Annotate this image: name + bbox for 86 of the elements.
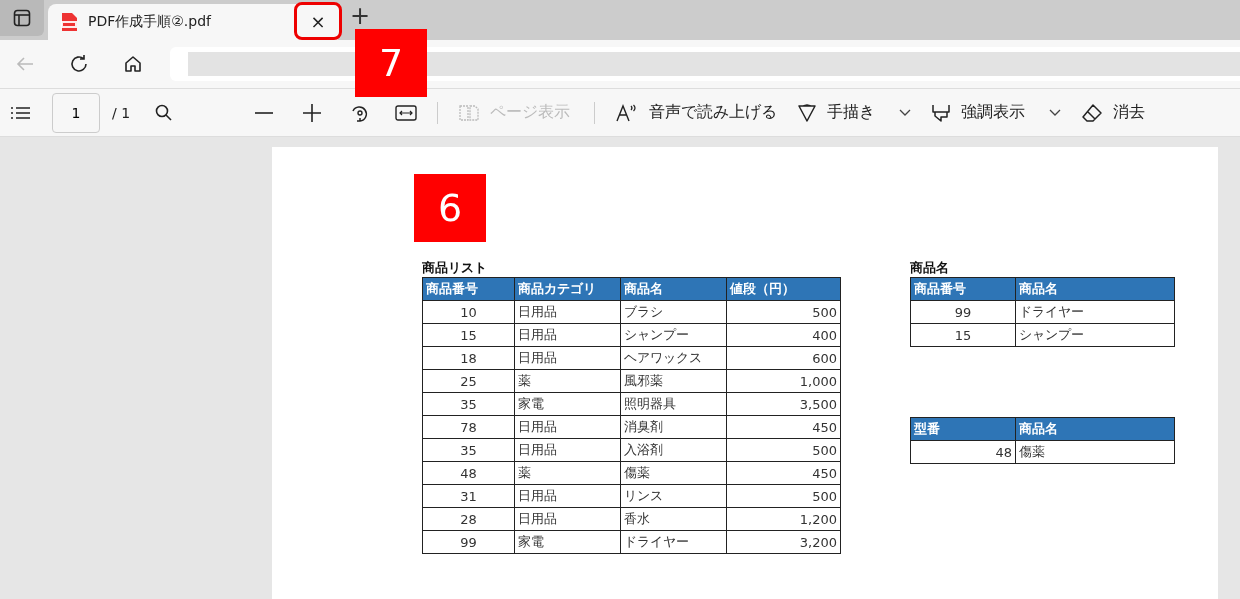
zoom-in-icon[interactable]	[302, 102, 323, 123]
table-cell: シャンプー	[620, 323, 727, 347]
table-cell: 99	[910, 300, 1016, 324]
read-button[interactable]: 音声で読み上げる	[607, 98, 786, 127]
home-icon[interactable]	[122, 53, 144, 75]
highlight-button[interactable]: 強調表示	[923, 98, 1070, 127]
step-number-label: 6	[414, 174, 486, 242]
column-header: 型番	[910, 417, 1016, 441]
table-cell: ドライヤー	[1015, 300, 1175, 324]
column-header: 商品名	[620, 277, 727, 301]
table-cell: 3,200	[726, 530, 841, 554]
table-cell: 1,200	[726, 507, 841, 531]
table-cell: 薬	[514, 461, 621, 485]
table-cell: リンス	[620, 484, 727, 508]
table-cell: 傷薬	[620, 461, 727, 485]
table-cell: 入浴剤	[620, 438, 727, 462]
eraser-icon	[1081, 102, 1104, 123]
chevron-down-icon	[899, 108, 912, 117]
table-cell: 35	[422, 392, 515, 416]
step-number-label: 7	[355, 29, 427, 97]
table-cell: 照明器具	[620, 392, 727, 416]
table-cell: ドライヤー	[620, 530, 727, 554]
table-cell: 日用品	[514, 438, 621, 462]
refresh-icon[interactable]	[68, 53, 90, 75]
column-header: 値段（円）	[726, 277, 841, 301]
table-cell: 28	[422, 507, 515, 531]
table-cell: 400	[726, 323, 841, 347]
table-cell: 450	[726, 415, 841, 439]
table-cell: 家電	[514, 530, 621, 554]
table-cell: 18	[422, 346, 515, 370]
table-title: 商品名	[910, 259, 950, 277]
table-cell: 25	[422, 369, 515, 393]
table-cell: 日用品	[514, 323, 621, 347]
table-cell: 15	[910, 323, 1016, 347]
table-cell: 日用品	[514, 346, 621, 370]
table-cell: 傷薬	[1015, 440, 1175, 464]
table-cell: 日用品	[514, 415, 621, 439]
table-cell: 35	[422, 438, 515, 462]
page-number-field[interactable]: 1	[52, 92, 100, 133]
sidebar-icon	[13, 9, 31, 27]
table-cell: シャンプー	[1015, 323, 1175, 347]
table-cell: 香水	[620, 507, 727, 531]
table-cell: 薬	[514, 369, 621, 393]
table-cell: 500	[726, 300, 841, 324]
table-cell: 500	[726, 438, 841, 462]
table-cell: 10	[422, 300, 515, 324]
close-tab-button[interactable]: ×	[294, 2, 342, 40]
table-cell: 450	[726, 461, 841, 485]
chevron-down-icon	[1049, 108, 1062, 117]
table-cell: 48	[422, 461, 515, 485]
table-cell: 風邪薬	[620, 369, 727, 393]
pdf-file-icon	[60, 12, 78, 32]
page-total: / 1	[112, 104, 131, 121]
table-title: 商品リスト	[422, 259, 488, 277]
column-header: 商品番号	[422, 277, 515, 301]
pen-icon	[797, 102, 818, 123]
table-cell: 31	[422, 484, 515, 508]
column-header: 商品名	[1015, 417, 1175, 441]
erase-button[interactable]: 消去	[1073, 98, 1154, 127]
fit-width-icon[interactable]	[395, 104, 418, 121]
table-cell: 500	[726, 484, 841, 508]
draw-button[interactable]: 手描き	[789, 98, 920, 127]
table-cell: 78	[422, 415, 515, 439]
table-cell: 日用品	[514, 300, 621, 324]
table-cell: 99	[422, 530, 515, 554]
highlighter-icon	[931, 102, 952, 123]
new-tab-button[interactable]: +	[346, 5, 375, 27]
table-cell: ブラシ	[620, 300, 727, 324]
table-cell: 3,500	[726, 392, 841, 416]
contents-list-icon[interactable]	[10, 104, 32, 121]
tab-title: PDF作成手順②.pdf	[88, 13, 213, 31]
table-cell: ヘアワックス	[620, 346, 727, 370]
table-cell: 日用品	[514, 507, 621, 531]
table-cell: 日用品	[514, 484, 621, 508]
table-cell: 48	[910, 440, 1016, 464]
column-header: 商品名	[1015, 277, 1175, 301]
address-field[interactable]	[170, 47, 1240, 81]
table-cell: 1,000	[726, 369, 841, 393]
page-view-icon	[458, 103, 481, 122]
table-cell: 消臭剤	[620, 415, 727, 439]
table-cell: 家電	[514, 392, 621, 416]
sidebar-toggle-button[interactable]	[0, 0, 44, 36]
table-cell: 15	[422, 323, 515, 347]
table-cell: 600	[726, 346, 841, 370]
column-header: 商品番号	[910, 277, 1016, 301]
column-header: 商品カテゴリ	[514, 277, 621, 301]
